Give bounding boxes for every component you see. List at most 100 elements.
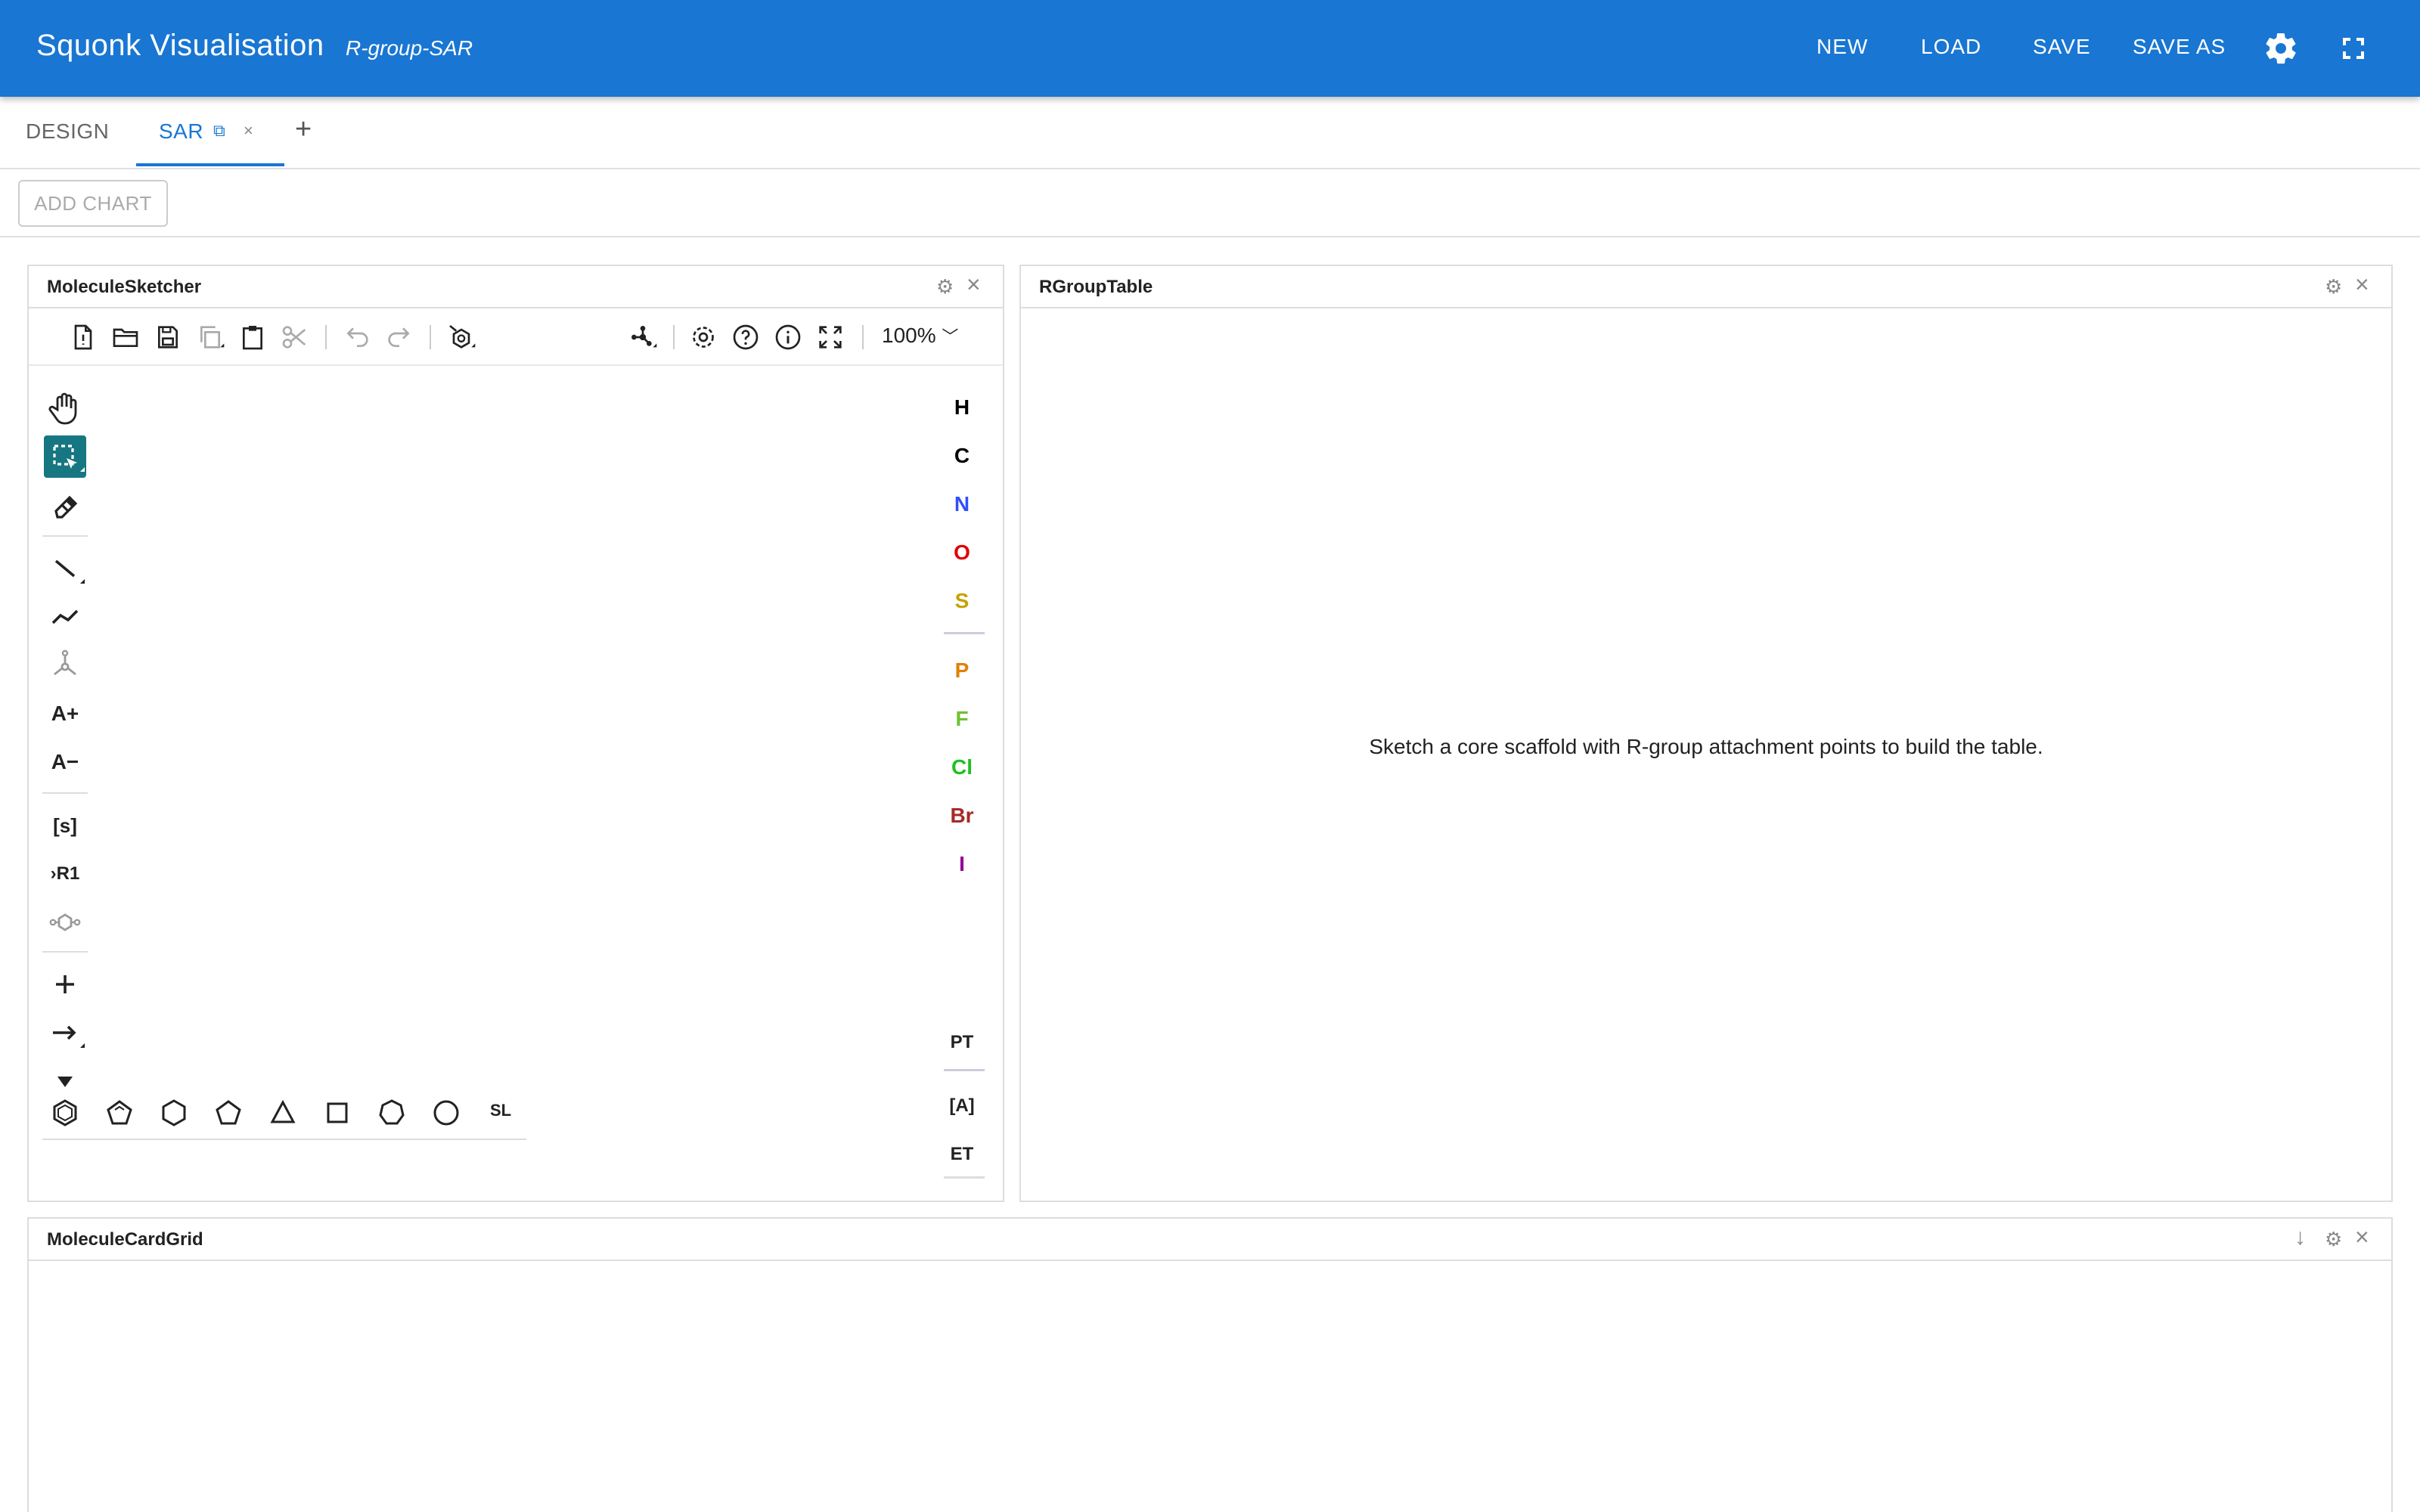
redo-icon[interactable]	[384, 322, 414, 352]
panel-close-icon[interactable]: ×	[2355, 271, 2369, 299]
copy-icon[interactable]	[195, 322, 225, 352]
panel-settings-icon[interactable]: ⚙	[2325, 1228, 2342, 1251]
single-bond-tool-icon[interactable]	[44, 547, 86, 590]
atom-button-h[interactable]: H	[941, 389, 983, 426]
chain-tool-icon[interactable]	[44, 596, 86, 638]
eraser-tool-icon[interactable]	[44, 484, 86, 526]
any-atom-button[interactable]: [A]	[941, 1087, 983, 1125]
tab-bar: DESIGN SAR ⧉ × +	[0, 97, 2420, 169]
empty-state-message: Sketch a core scaffold with R-group atta…	[1369, 735, 2043, 758]
atom-button-n[interactable]: N	[941, 485, 983, 523]
panel-settings-icon[interactable]: ⚙	[936, 275, 954, 299]
panel-close-icon[interactable]: ×	[966, 271, 981, 299]
add-tab-button[interactable]: +	[295, 113, 312, 146]
toolbar-divider	[430, 325, 431, 349]
cut-icon[interactable]	[280, 322, 310, 352]
app-subtitle: R-group-SAR	[346, 36, 473, 60]
app-bar: Squonk Visualisation R-group-SAR NEW LOA…	[0, 0, 2420, 97]
new-button[interactable]: NEW	[1817, 35, 1868, 59]
atom-button-s[interactable]: S	[941, 582, 983, 620]
sgroup-tool[interactable]: [s]	[44, 804, 86, 847]
undo-icon[interactable]	[342, 322, 372, 352]
new-document-icon[interactable]	[68, 322, 98, 352]
toolbar-divider	[42, 1139, 526, 1140]
plus-tool-icon[interactable]	[44, 963, 86, 1005]
atom-button-o[interactable]: O	[941, 534, 983, 572]
download-icon[interactable]: ↓	[2294, 1225, 2306, 1250]
save-button[interactable]: SAVE	[2033, 35, 2091, 59]
app-title: Squonk Visualisation	[36, 29, 324, 62]
add-chart-button[interactable]: ADD CHART	[18, 180, 168, 227]
close-tab-icon[interactable]: ×	[244, 121, 253, 141]
atom-palette-divider	[944, 632, 985, 634]
toolbar-divider	[325, 325, 327, 349]
fullscreen-icon[interactable]	[2335, 30, 2372, 67]
panel-header: MoleculeSketcher ⚙ ×	[29, 266, 1003, 308]
settings-icon[interactable]	[688, 322, 718, 352]
panel-title: RGroupTable	[1039, 277, 1153, 297]
template-library-button[interactable]: SL	[479, 1092, 522, 1134]
chart-toolbar: ADD CHART	[0, 169, 2420, 237]
panel-close-icon[interactable]: ×	[2355, 1223, 2369, 1251]
atom-button-i[interactable]: I	[941, 845, 983, 883]
panel-settings-icon[interactable]: ⚙	[2325, 275, 2342, 299]
atom-button-p[interactable]: P	[941, 652, 983, 689]
gear-icon[interactable]	[2263, 30, 2299, 67]
cyclohexane-template-icon[interactable]	[153, 1092, 195, 1134]
add-charge-tool[interactable]: A+	[44, 692, 86, 735]
info-icon[interactable]	[773, 322, 803, 352]
layout-structure-icon[interactable]	[628, 322, 658, 352]
tab-design[interactable]: DESIGN	[26, 119, 109, 144]
tab-sar[interactable]: SAR	[159, 119, 203, 144]
selection-tool-icon[interactable]	[44, 435, 86, 478]
chevron-down-icon: ﹀	[942, 327, 959, 346]
periodic-table-button[interactable]: PT	[941, 1024, 983, 1061]
active-tab-indicator	[136, 163, 284, 166]
save-icon[interactable]	[153, 322, 183, 352]
benzene-template-icon[interactable]	[44, 1092, 86, 1134]
remove-charge-tool[interactable]: A−	[44, 741, 86, 783]
toolbar-divider	[673, 325, 675, 349]
atom-button-c[interactable]: C	[941, 437, 983, 475]
toolbar-divider	[42, 792, 88, 794]
panel-header: RGroupTable ⚙ ×	[1021, 266, 2391, 308]
atom-palette-divider	[944, 1176, 985, 1179]
panel-header: MoleculeCardGrid ↓ ⚙ ×	[29, 1219, 2391, 1261]
cycloheptane-template-icon[interactable]	[371, 1092, 413, 1134]
atom-palette-divider	[944, 1069, 985, 1071]
toolbar-divider	[42, 951, 88, 953]
toolbar-divider	[42, 535, 88, 537]
clean-structure-icon[interactable]	[446, 322, 476, 352]
duplicate-tab-icon[interactable]: ⧉	[213, 121, 225, 141]
paste-icon[interactable]	[237, 322, 268, 352]
cyclopropane-template-icon[interactable]	[262, 1092, 304, 1134]
sketcher-toolbar: 100% ﹀	[29, 308, 1003, 366]
cyclopentane-template-icon[interactable]	[207, 1092, 250, 1134]
fullscreen-icon[interactable]	[815, 322, 845, 352]
save-as-button[interactable]: SAVE AS	[2133, 35, 2226, 59]
panel-title: MoleculeCardGrid	[47, 1229, 203, 1250]
load-button[interactable]: LOAD	[1921, 35, 1981, 59]
cyclobutane-template-icon[interactable]	[316, 1092, 358, 1134]
reaction-arrow-tool-icon[interactable]	[44, 1012, 86, 1054]
cyclopentadiene-template-icon[interactable]	[98, 1092, 141, 1134]
molecule-card-grid-panel: MoleculeCardGrid ↓ ⚙ ×	[27, 1217, 2393, 1512]
stereo-tool-icon[interactable]	[44, 644, 86, 686]
cyclooctane-template-icon[interactable]	[425, 1092, 467, 1134]
toolbar-divider	[862, 325, 864, 349]
rgroup-tool[interactable]: ›R1	[44, 853, 86, 895]
template-library-label: SL	[489, 1101, 512, 1120]
panel-title: MoleculeSketcher	[47, 277, 202, 297]
atom-button-br[interactable]: Br	[941, 797, 983, 835]
open-folder-icon[interactable]	[110, 322, 141, 352]
help-icon[interactable]	[731, 322, 761, 352]
zoom-select[interactable]: 100% ﹀	[882, 324, 958, 348]
atom-button-f[interactable]: F	[941, 700, 983, 738]
molecule-sketcher-panel: MoleculeSketcher ⚙ × 100% ﹀ A+ A− [s] ›R…	[27, 265, 1004, 1202]
atom-button-cl[interactable]: Cl	[941, 748, 983, 786]
template-attach-icon[interactable]	[44, 901, 86, 943]
extended-table-button[interactable]: ET	[941, 1136, 983, 1173]
hand-tool-icon[interactable]	[44, 387, 86, 429]
zoom-value: 100%	[882, 324, 936, 347]
rgroup-table-panel: RGroupTable ⚙ × Sketch a core scaffold w…	[1019, 265, 2393, 1202]
